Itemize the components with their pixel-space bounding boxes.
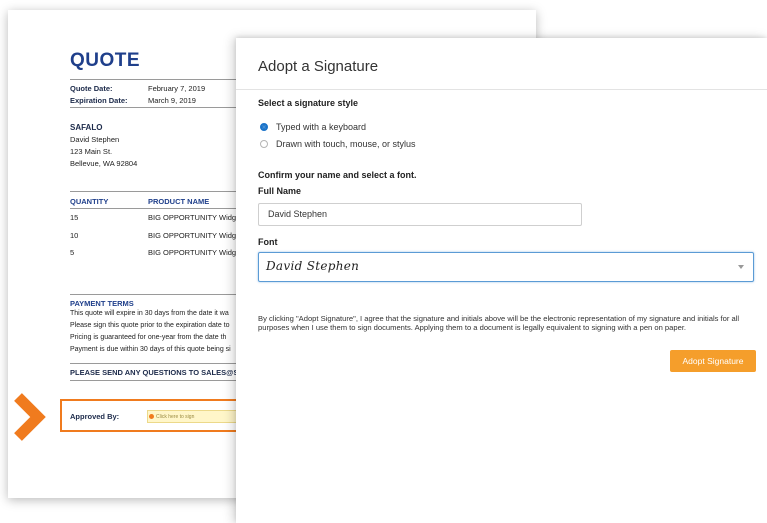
row-quantity: 15	[70, 213, 79, 222]
sign-flag-icon	[149, 414, 154, 419]
row-product: BIG OPPORTUNITY Widg	[148, 248, 237, 257]
font-preview: David Stephen	[266, 259, 360, 273]
style-option-label: Drawn with touch, mouse, or stylus	[276, 139, 416, 149]
style-option-drawn[interactable]: Drawn with touch, mouse, or stylus	[260, 139, 416, 149]
full-name-label: Full Name	[258, 186, 302, 196]
full-name-input[interactable]: David Stephen	[258, 203, 582, 226]
radio-selected-icon[interactable]	[260, 123, 268, 131]
legal-disclaimer: By clicking "Adopt Signature", I agree t…	[258, 314, 740, 333]
sign-here-label: Click here to sign	[156, 414, 195, 420]
questions-line: PLEASE SEND ANY QUESTIONS TO SALES@SAF	[70, 368, 249, 377]
style-option-label: Typed with a keyboard	[276, 122, 367, 132]
divider	[70, 191, 240, 192]
divider	[236, 89, 767, 90]
payment-term-line: This quote will expire in 30 days from t…	[70, 310, 229, 317]
font-select[interactable]: David Stephen	[258, 252, 754, 282]
row-product: BIG OPPORTUNITY Widg	[148, 231, 237, 240]
quote-date-value: February 7, 2019	[148, 84, 206, 93]
font-label: Font	[258, 237, 278, 247]
expiration-date-value: March 9, 2019	[148, 96, 196, 105]
divider	[70, 363, 240, 364]
confirm-heading: Confirm your name and select a font.	[258, 170, 417, 180]
chevron-right-icon	[14, 393, 46, 441]
divider	[70, 380, 240, 381]
divider	[70, 208, 240, 209]
sign-here-tag[interactable]: Click here to sign	[147, 410, 247, 423]
address-line: 123 Main St.	[70, 147, 113, 156]
quote-date-label: Quote Date:	[70, 84, 113, 93]
radio-unselected-icon[interactable]	[260, 140, 268, 148]
style-heading: Select a signature style	[258, 98, 359, 108]
approved-by-label: Approved By:	[70, 412, 120, 421]
company-name: SAFALO	[70, 123, 103, 132]
adopt-signature-button[interactable]: Adopt Signature	[670, 350, 756, 372]
dialog-title: Adopt a Signature	[258, 58, 379, 75]
column-header-quantity: QUANTITY	[70, 197, 109, 206]
divider	[70, 294, 240, 295]
address-line: David Stephen	[70, 135, 120, 144]
dropdown-caret-icon[interactable]	[738, 265, 744, 269]
payment-term-line: Please sign this quote prior to the expi…	[70, 322, 230, 329]
divider	[70, 107, 240, 108]
expiration-date-label: Expiration Date:	[70, 96, 128, 105]
row-quantity: 5	[70, 248, 75, 257]
column-header-product: PRODUCT NAME	[148, 197, 210, 206]
payment-terms-heading: PAYMENT TERMS	[70, 299, 134, 308]
payment-term-line: Pricing is guaranteed for one-year from …	[70, 334, 227, 341]
quote-title: QUOTE	[70, 50, 141, 71]
payment-term-line: Payment is due within 30 days of this qu…	[70, 346, 231, 353]
address-line: Bellevue, WA 92804	[70, 159, 138, 168]
style-option-typed[interactable]: Typed with a keyboard	[260, 122, 366, 132]
row-product: BIG OPPORTUNITY Widg	[148, 213, 237, 222]
row-quantity: 10	[70, 231, 79, 240]
adopt-signature-dialog: Adopt a Signature Select a signature sty…	[236, 38, 767, 523]
